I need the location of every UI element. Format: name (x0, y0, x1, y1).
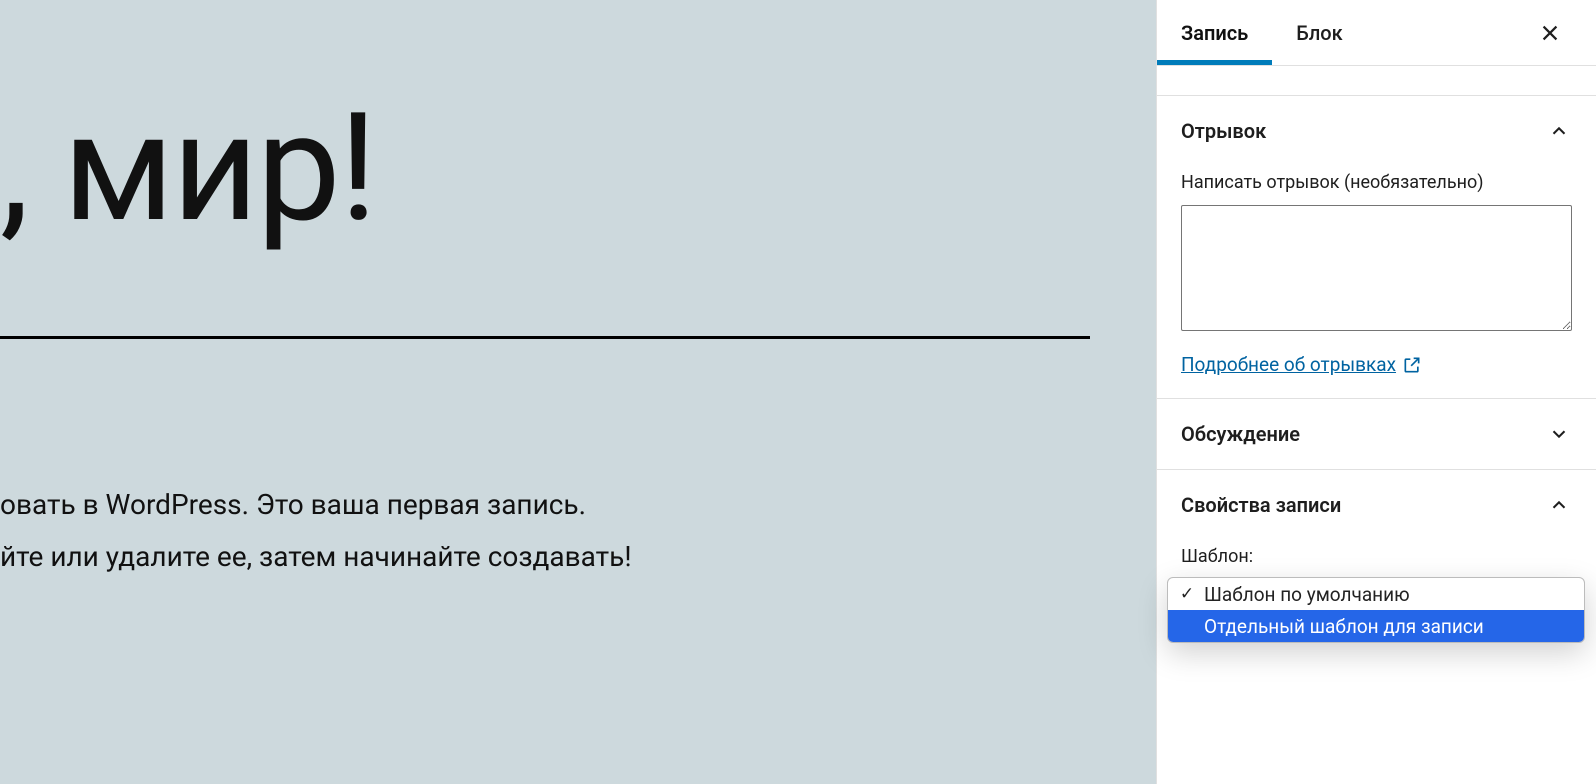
panel-discussion-toggle[interactable]: Обсуждение (1181, 421, 1572, 447)
template-option-custom[interactable]: Отдельный шаблон для записи (1168, 610, 1584, 642)
paragraph-line-1[interactable]: овать в WordPress. Это ваша первая запис… (0, 479, 750, 531)
panel-excerpt: Отрывок Написать отрывок (необязательно)… (1157, 96, 1596, 399)
template-option-default-label: Шаблон по умолчанию (1204, 583, 1410, 606)
chevron-up-icon (1546, 118, 1572, 144)
excerpt-learn-more-link[interactable]: Подробнее об отрывках (1181, 353, 1422, 376)
excerpt-textarea[interactable] (1181, 205, 1572, 331)
excerpt-learn-more-text: Подробнее об отрывках (1181, 353, 1396, 376)
template-field-label: Шаблон: (1181, 546, 1572, 567)
panel-excerpt-toggle[interactable]: Отрывок (1181, 118, 1572, 144)
post-title[interactable]: , мир! (0, 80, 1156, 256)
checkmark-icon: ✓ (1178, 584, 1196, 604)
tab-block[interactable]: Блок (1272, 0, 1366, 65)
close-sidebar-button[interactable] (1530, 13, 1570, 53)
panel-post-attributes: Свойства записи Шаблон: ✓ Шаблон по умол… (1157, 470, 1596, 599)
editor-canvas[interactable]: , мир! овать в WordPress. Это ваша перва… (0, 0, 1156, 784)
template-option-custom-label: Отдельный шаблон для записи (1204, 615, 1484, 638)
post-body[interactable]: овать в WordPress. Это ваша первая запис… (0, 339, 750, 583)
excerpt-field-label: Написать отрывок (необязательно) (1181, 172, 1572, 193)
sidebar-tabs: Запись Блок (1157, 0, 1596, 66)
chevron-up-icon (1546, 492, 1572, 518)
panel-divider (1157, 66, 1596, 96)
panel-post-attributes-toggle[interactable]: Свойства записи (1181, 492, 1572, 518)
paragraph-line-2[interactable]: йте или удалите ее, затем начинайте созд… (0, 531, 750, 583)
tab-post[interactable]: Запись (1157, 0, 1272, 65)
settings-sidebar: Запись Блок Отрывок Написать отрывок (не… (1156, 0, 1596, 784)
panel-post-attributes-title: Свойства записи (1181, 493, 1341, 517)
panel-excerpt-title: Отрывок (1181, 119, 1266, 143)
panel-discussion: Обсуждение (1157, 399, 1596, 470)
panel-discussion-title: Обсуждение (1181, 422, 1300, 446)
chevron-down-icon (1546, 421, 1572, 447)
external-link-icon (1402, 355, 1422, 375)
close-icon (1539, 22, 1561, 44)
template-dropdown-list: ✓ Шаблон по умолчанию Отдельный шаблон д… (1167, 577, 1585, 643)
template-option-default[interactable]: ✓ Шаблон по умолчанию (1168, 578, 1584, 610)
